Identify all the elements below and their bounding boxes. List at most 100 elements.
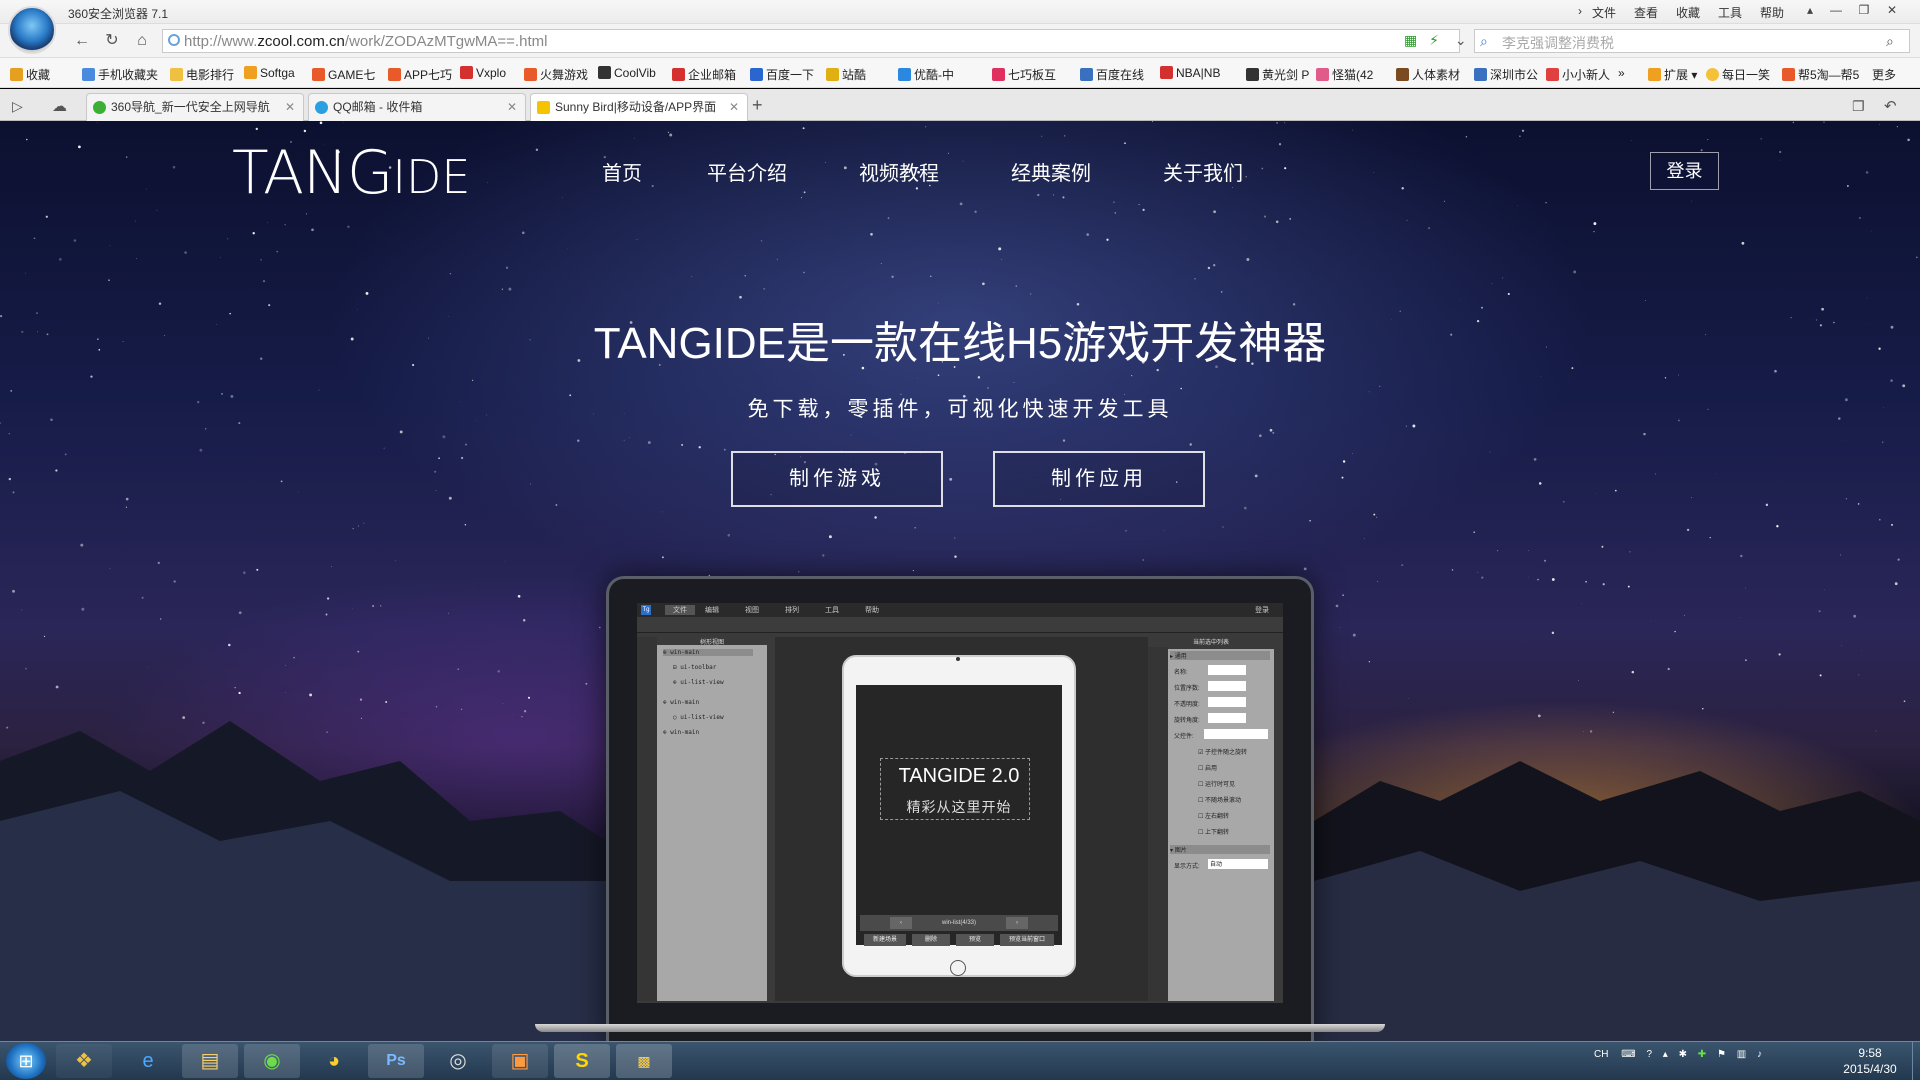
- ide-login: 登录: [1255, 607, 1269, 614]
- tv-app-icon[interactable]: ▩: [616, 1044, 672, 1078]
- cloud-icon[interactable]: ☁: [52, 97, 67, 115]
- bookmark-item[interactable]: 手机收藏夹: [82, 66, 158, 83]
- search-engine-icon[interactable]: ⌕: [1480, 33, 1488, 50]
- make-game-button[interactable]: 制作游戏: [731, 451, 943, 507]
- 360-browser-icon[interactable]: ◉: [244, 1044, 300, 1078]
- qr-icon[interactable]: ▦: [1404, 32, 1417, 48]
- keyboard-icon[interactable]: ⌨: [1621, 1049, 1635, 1060]
- bookmark-item[interactable]: 怪猫(42: [1316, 66, 1373, 83]
- nav-platform[interactable]: 平台介绍: [707, 157, 787, 186]
- ide-right-toolstrip: [1148, 637, 1168, 1001]
- bookmark-item[interactable]: 企业邮箱: [672, 66, 736, 83]
- tab-close-icon[interactable]: ✕: [729, 94, 739, 120]
- bookmark-item[interactable]: Softga: [244, 66, 295, 80]
- menu-help[interactable]: 帮助: [1760, 4, 1784, 21]
- page-info-icon[interactable]: [168, 34, 180, 46]
- photoshop-icon[interactable]: Ps: [368, 1044, 424, 1078]
- bookmark-item[interactable]: 收藏: [10, 66, 50, 83]
- restore-icon[interactable]: ❐: [1850, 0, 1878, 20]
- bookmark-item[interactable]: 人体素材: [1396, 66, 1460, 83]
- bookmarks-overflow-icon[interactable]: »: [1618, 66, 1625, 80]
- bookmark-icon: [826, 68, 839, 81]
- bookmark-item[interactable]: 小小新人: [1546, 66, 1610, 83]
- bookmark-item[interactable]: APP七巧: [388, 66, 452, 83]
- tablet-button: 预览: [956, 934, 994, 946]
- network-icon[interactable]: ▥: [1737, 1049, 1746, 1060]
- bookmark-icon: [898, 68, 911, 81]
- qq-icon[interactable]: ◎: [430, 1044, 486, 1078]
- ie-icon[interactable]: e: [120, 1044, 176, 1078]
- tab-360-nav[interactable]: 360导航_新一代安全上网导航 ✕: [86, 93, 304, 121]
- new-tab-icon[interactable]: +: [752, 95, 763, 116]
- start-button[interactable]: ⊞: [6, 1043, 46, 1079]
- bookmark-item[interactable]: 深圳市公: [1474, 66, 1538, 83]
- bookmark-item[interactable]: 黄光剑 P: [1246, 66, 1309, 83]
- explorer-icon[interactable]: ▤: [182, 1044, 238, 1078]
- tab-close-icon[interactable]: ✕: [285, 94, 295, 120]
- back-icon[interactable]: ←: [70, 30, 94, 52]
- bluetooth-icon[interactable]: ✱: [1679, 1049, 1687, 1060]
- nav-tutorials[interactable]: 视频教程: [859, 157, 939, 186]
- bookmark-item[interactable]: CoolVib: [598, 66, 656, 80]
- security-icon[interactable]: ✚: [1698, 1049, 1706, 1060]
- taskbar-app-icon[interactable]: ❖: [56, 1044, 112, 1078]
- bang5-button[interactable]: 帮5淘—帮5: [1782, 66, 1859, 83]
- help-icon[interactable]: ?: [1646, 1049, 1652, 1060]
- bookmark-item[interactable]: 百度一下: [750, 66, 814, 83]
- bookmark-item[interactable]: 百度在线: [1080, 66, 1144, 83]
- speed-mode-icon[interactable]: ⚡: [1429, 32, 1439, 48]
- url-dropdown-icon[interactable]: ⌄: [1455, 32, 1467, 48]
- refresh-icon[interactable]: ↻: [100, 30, 124, 52]
- login-button[interactable]: 登录: [1650, 152, 1719, 190]
- bookmark-item[interactable]: Vxplo: [460, 66, 506, 80]
- menu-view[interactable]: 查看: [1634, 4, 1658, 21]
- site-logo[interactable]: TANGIDE: [232, 138, 470, 208]
- tray-expand-icon[interactable]: ▴: [1663, 1049, 1668, 1060]
- language-indicator[interactable]: CH: [1594, 1049, 1608, 1060]
- camera-app-icon[interactable]: ▣: [492, 1044, 548, 1078]
- bookmark-item[interactable]: 火舞游戏: [524, 66, 588, 83]
- user-avatar[interactable]: [8, 6, 56, 54]
- tab-close-icon[interactable]: ✕: [507, 94, 517, 120]
- menu-file[interactable]: 文件: [1592, 4, 1616, 21]
- bookmark-item[interactable]: NBA|NB: [1160, 66, 1220, 80]
- extensions-button[interactable]: 扩展 ▾: [1648, 66, 1697, 83]
- prop-label: 名称:: [1174, 670, 1188, 676]
- ide-app-icon: Tg: [641, 605, 651, 615]
- tab-sunny-bird[interactable]: Sunny Bird|移动设备/APP界面 ✕: [530, 93, 748, 122]
- bookmark-item[interactable]: 优酷-中: [898, 66, 954, 83]
- minimize-icon[interactable]: —: [1822, 0, 1850, 20]
- nav-home[interactable]: 首页: [602, 157, 642, 186]
- chrome-icon[interactable]: ◕: [306, 1044, 362, 1078]
- make-app-button[interactable]: 制作应用: [993, 451, 1205, 507]
- close-window-icon[interactable]: ✕: [1878, 0, 1906, 20]
- prop-field: [1208, 681, 1246, 691]
- menu-tools[interactable]: 工具: [1718, 4, 1742, 21]
- volume-icon[interactable]: ♪: [1757, 1049, 1762, 1060]
- nav-cases[interactable]: 经典案例: [1011, 157, 1091, 186]
- sidebar-toggle-icon[interactable]: ▷: [12, 98, 23, 115]
- search-input[interactable]: 李克强调整消费税: [1502, 33, 1614, 53]
- restore-tab-icon[interactable]: ❐: [1852, 98, 1865, 115]
- menu-favorites[interactable]: 收藏: [1676, 4, 1700, 21]
- bookmark-item[interactable]: 站酷: [826, 66, 866, 83]
- bookmark-item[interactable]: 七巧板互: [992, 66, 1056, 83]
- more-bookmarks-button[interactable]: 更多: [1872, 66, 1896, 83]
- tab-qq-mail[interactable]: QQ邮箱 - 收件箱 ✕: [308, 93, 526, 121]
- ide-toolbar: [637, 617, 1283, 633]
- search-icon[interactable]: ⌕: [1886, 33, 1894, 50]
- undo-close-icon[interactable]: ↶: [1884, 97, 1897, 115]
- home-icon[interactable]: ⌂: [130, 30, 154, 52]
- tree-item: ⊟ ui-toolbar: [673, 664, 717, 671]
- flag-icon[interactable]: ⚑: [1717, 1049, 1726, 1060]
- show-desktop-button[interactable]: [1912, 1042, 1920, 1080]
- system-clock[interactable]: 9:58 2015/4/30: [1830, 1045, 1910, 1077]
- bookmark-icon: [992, 68, 1005, 81]
- skin-icon[interactable]: ▴: [1796, 0, 1824, 20]
- nav-about[interactable]: 关于我们: [1163, 157, 1243, 186]
- prop-check: ☐ 上下翻转: [1198, 830, 1230, 836]
- daily-joke-button[interactable]: 每日一笑: [1706, 66, 1770, 83]
- bookmark-item[interactable]: 电影排行: [170, 66, 234, 83]
- bookmark-item[interactable]: GAME七: [312, 66, 375, 83]
- sogou-icon[interactable]: S: [554, 1044, 610, 1078]
